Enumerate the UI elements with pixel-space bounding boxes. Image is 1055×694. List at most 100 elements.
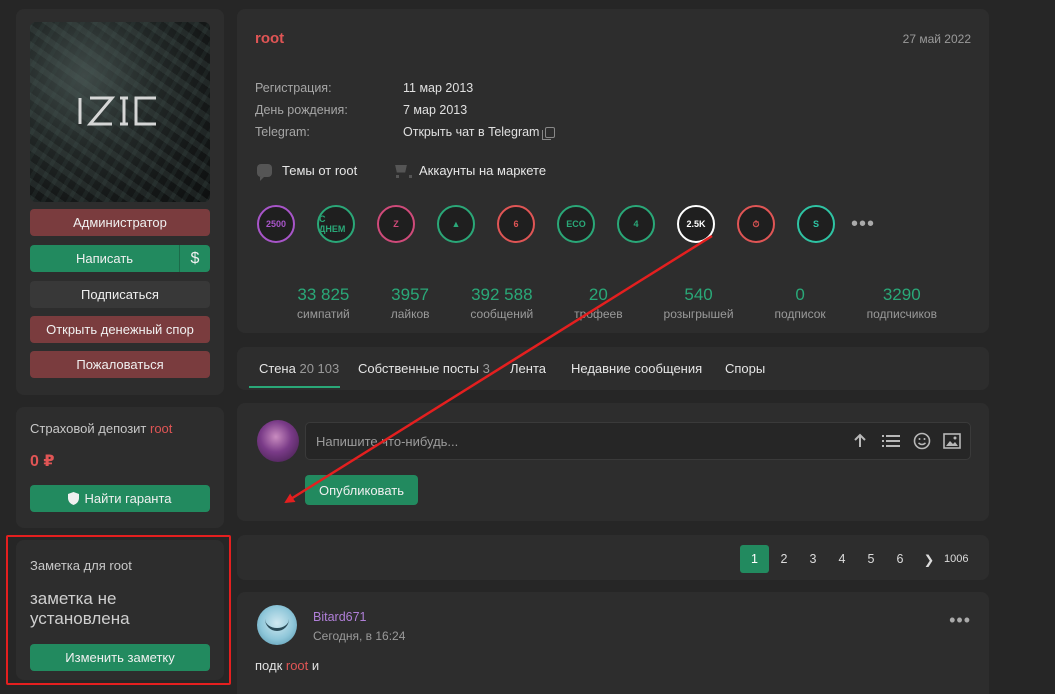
page-6[interactable]: 6 xyxy=(889,545,911,573)
page-5[interactable]: 5 xyxy=(860,545,882,573)
profile-stats: 33 825 симпатий 3957 лайков 392 588 сообщений… xyxy=(297,285,937,321)
profile-date: 27 май 2022 xyxy=(902,32,971,46)
trophy-2-5k-icon[interactable]: 2.5K xyxy=(677,205,715,243)
stat-item[interactable]: 392 588 сообщений xyxy=(470,285,533,321)
trophy-list: 2500 С ДНЕМ Z ▲ 6 ECO 4 2.5K ⏱ S ••• xyxy=(257,205,875,243)
tab-disputes[interactable]: Споры xyxy=(725,361,765,376)
post-mention[interactable]: root xyxy=(286,658,308,673)
stat-item[interactable]: 3290 подписчиков xyxy=(867,285,937,321)
stat-item[interactable]: 540 розыгрышей xyxy=(664,285,734,321)
stat-label: розыгрышей xyxy=(663,307,734,321)
post-author-avatar[interactable] xyxy=(257,605,297,645)
publish-button[interactable]: Опубликовать xyxy=(305,475,418,505)
write-button[interactable]: Написать xyxy=(30,245,179,272)
info-label-registration: Регистрация: xyxy=(255,81,332,95)
tab-feed[interactable]: Лента xyxy=(510,361,546,376)
write-button-group: Написать $ xyxy=(30,245,210,272)
deposit-title: Страховой депозит root xyxy=(30,421,173,436)
list-icon[interactable] xyxy=(881,431,901,451)
image-icon[interactable] xyxy=(942,431,962,451)
stat-value: 0 xyxy=(795,285,805,304)
stat-label: лайков xyxy=(390,307,430,321)
trophy-z-icon[interactable]: Z xyxy=(377,205,415,243)
stat-label: трофеев xyxy=(574,307,623,321)
trophy-triangle-icon[interactable]: ▲ xyxy=(437,205,475,243)
wall-post: Bitard671 Сегодня, в 16:24 ••• подк root… xyxy=(237,592,989,694)
deposit-amount: 0 ₽ xyxy=(30,453,55,470)
info-value-registration: 11 мар 2013 xyxy=(403,81,474,95)
stat-label: симпатий xyxy=(297,307,350,321)
emoji-icon[interactable] xyxy=(912,431,932,451)
trophy-s-icon[interactable]: S xyxy=(797,205,835,243)
page-2[interactable]: 2 xyxy=(773,545,795,573)
page-last[interactable]: 1006 xyxy=(944,545,968,573)
find-guarantor-button[interactable]: Найти гаранта xyxy=(30,485,210,512)
post-text: подк root и xyxy=(255,658,320,673)
trophy-6-icon[interactable]: 6 xyxy=(497,205,535,243)
next-page-icon[interactable]: ❯ xyxy=(918,545,940,573)
profile-username: root xyxy=(255,30,285,47)
trophy-4-years-icon[interactable]: 4 xyxy=(617,205,655,243)
info-value-birthday: 7 мар 2013 xyxy=(403,103,468,117)
copy-icon[interactable] xyxy=(542,127,556,141)
cart-icon xyxy=(393,164,412,178)
topics-link-label: Темы от root xyxy=(282,163,358,178)
find-guarantor-label: Найти гаранта xyxy=(84,491,172,506)
wall-composer: Напишите что-нибудь... Опубликовать xyxy=(237,403,989,521)
stat-value: 3290 xyxy=(882,285,921,304)
page-1[interactable]: 1 xyxy=(740,545,769,573)
stat-value: 20 xyxy=(588,285,608,304)
trophy-day-z-icon[interactable]: С ДНЕМ xyxy=(317,205,355,243)
more-trophies-icon[interactable]: ••• xyxy=(851,213,875,236)
market-link[interactable]: Аккаунты на маркете xyxy=(393,163,546,178)
wall-post-input[interactable]: Напишите что-нибудь... xyxy=(305,422,971,460)
trophy-active-icon[interactable]: ⏱ xyxy=(737,205,775,243)
telegram-link[interactable]: Открыть чат в Telegram xyxy=(403,125,539,139)
stat-label: сообщений xyxy=(470,307,534,321)
report-button[interactable]: Пожаловаться xyxy=(30,351,210,378)
tab-recent-messages[interactable]: Недавние сообщения xyxy=(571,361,702,376)
info-label-birthday: День рождения: xyxy=(255,103,348,117)
post-timestamp[interactable]: Сегодня, в 16:24 xyxy=(313,629,405,643)
tab-own-posts[interactable]: Собственные посты 3 xyxy=(358,361,490,376)
page-3[interactable]: 3 xyxy=(802,545,824,573)
avatar-logo-icon xyxy=(76,94,162,128)
insurance-deposit-panel: Страховой депозит root 0 ₽ Найти гаранта xyxy=(16,407,224,528)
profile-header: root 27 май 2022 Регистрация: 11 мар 201… xyxy=(237,9,989,333)
telegram-link-row: Открыть чат в Telegram xyxy=(403,125,556,141)
wall-post-placeholder: Напишите что-нибудь... xyxy=(316,434,459,449)
topics-link[interactable]: Темы от root xyxy=(257,163,358,181)
stat-item[interactable]: 0 подписок xyxy=(774,285,825,321)
stat-item[interactable]: 3957 лайков xyxy=(391,285,430,321)
profile-tabs: Стена 20 103 Собственные посты 3 Лента Н… xyxy=(237,347,989,390)
post-author-name[interactable]: Bitard671 xyxy=(313,610,367,624)
market-link-label: Аккаунты на маркете xyxy=(419,163,547,178)
info-label-telegram: Telegram: xyxy=(255,125,310,139)
stat-item[interactable]: 33 825 симпатий xyxy=(297,285,350,321)
profile-sidebar: Администратор Написать $ Подписаться Отк… xyxy=(16,9,224,395)
trophy-heart-2500-icon[interactable]: 2500 xyxy=(257,205,295,243)
stat-value: 392 588 xyxy=(471,285,533,304)
stat-value: 33 825 xyxy=(297,285,350,304)
upload-icon[interactable] xyxy=(850,431,870,451)
deposit-username[interactable]: root xyxy=(150,421,172,436)
admin-badge: Администратор xyxy=(30,209,210,236)
composer-avatar[interactable] xyxy=(257,420,299,462)
annotation-highlight-box xyxy=(6,535,231,685)
stat-value: 3957 xyxy=(391,285,429,304)
money-transfer-button[interactable]: $ xyxy=(179,245,210,272)
open-dispute-button[interactable]: Открыть денежный спор xyxy=(30,316,210,343)
shield-icon xyxy=(68,492,80,505)
tab-wall[interactable]: Стена 20 103 xyxy=(259,361,339,376)
post-menu-icon[interactable]: ••• xyxy=(949,610,971,631)
pagination: 1 2 3 4 5 6 ❯ 1006 xyxy=(237,535,989,580)
subscribe-button[interactable]: Подписаться xyxy=(30,281,210,308)
chat-bubble-icon xyxy=(257,164,272,181)
profile-avatar[interactable] xyxy=(30,22,210,202)
stat-item[interactable]: 20 трофеев xyxy=(574,285,622,321)
active-tab-indicator xyxy=(249,386,340,388)
page-4[interactable]: 4 xyxy=(831,545,853,573)
stat-label: подписчиков xyxy=(866,307,937,321)
stat-value: 540 xyxy=(684,285,713,304)
trophy-eco-icon[interactable]: ECO xyxy=(557,205,595,243)
